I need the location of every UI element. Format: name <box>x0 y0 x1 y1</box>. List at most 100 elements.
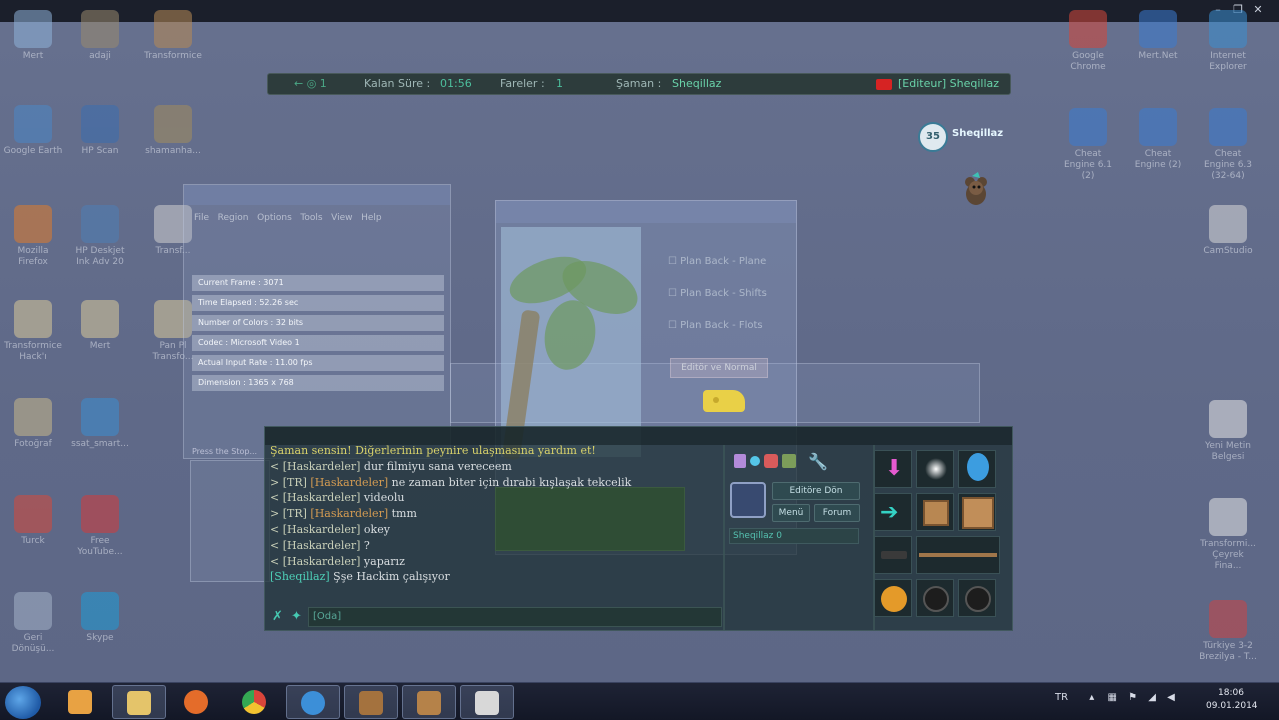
map-option-shifts[interactable]: ☐ Plan Back - Shifts <box>668 288 767 299</box>
close-chat-icon[interactable]: ✗ <box>272 609 283 624</box>
anvil-slot[interactable] <box>874 536 912 574</box>
desktop-icon[interactable]: Cheat Engine (2) <box>1128 108 1188 171</box>
taskbar-media-player[interactable] <box>54 685 108 719</box>
desktop-icon[interactable]: HP Scan <box>70 105 130 157</box>
game-map-titlebar[interactable] <box>496 201 796 223</box>
desktop-icon[interactable]: Transformice <box>143 10 203 62</box>
menu-button[interactable]: Menü <box>772 504 810 522</box>
chat-tag[interactable]: [TR] <box>283 507 307 520</box>
desktop-icon[interactable]: Fotoğraf <box>3 398 63 450</box>
editor-normal-button[interactable]: Editör ve Normal <box>670 358 768 378</box>
desktop-icon[interactable]: Yeni Metin Belgesi <box>1198 400 1258 463</box>
taskbar-chrome[interactable] <box>228 685 282 719</box>
desktop-icon[interactable]: Free YouTube... <box>70 495 130 558</box>
desktop-icon[interactable]: Skype <box>70 592 130 644</box>
chat-tag[interactable]: [Haskardeler] <box>283 539 361 552</box>
map-option-flots[interactable]: ☐ Plan Back - Flots <box>668 320 763 331</box>
chat-tag[interactable]: [Haskardeler] <box>283 491 361 504</box>
taskbar-clock[interactable]: 18:06 09.01.2014 <box>1206 687 1258 713</box>
desktop-icon[interactable]: adaji <box>70 10 130 62</box>
menu-tools[interactable]: Tools <box>300 213 322 223</box>
taskbar-ie[interactable] <box>286 685 340 719</box>
desktop-icon[interactable]: Transformice Hack'ı <box>3 300 63 363</box>
menu-options[interactable]: Options <box>257 213 292 223</box>
desktop-icon[interactable]: Google Earth <box>3 105 63 157</box>
camstudio-titlebar[interactable] <box>184 185 450 205</box>
transformice-icon <box>417 691 441 715</box>
taskbar-transformice-1[interactable] <box>344 685 398 719</box>
desktop-icon[interactable]: shamanha... <box>143 105 203 157</box>
desktop-icon-label: Transformice <box>144 51 202 61</box>
desktop-icon[interactable]: Internet Explorer <box>1198 10 1258 73</box>
chat-log[interactable]: Şaman sensin! Diğerlerinin peynire ulaşm… <box>270 443 723 585</box>
volume-icon[interactable]: ◀ <box>1167 692 1175 703</box>
large-box-slot[interactable] <box>958 493 996 531</box>
chat-message: tmm <box>391 507 417 521</box>
network-icon[interactable]: ▦ <box>1107 692 1116 703</box>
taskbar-transformice-2[interactable] <box>402 685 456 719</box>
wrench-icon[interactable]: 🔧 <box>808 452 844 472</box>
desktop-icon[interactable]: HP Deskjet Ink Adv 20 <box>70 205 130 268</box>
small-box-slot[interactable] <box>916 493 954 531</box>
chat-tag[interactable]: [Haskardeler] <box>283 460 361 473</box>
plank-slot[interactable] <box>916 536 1000 574</box>
desktop-icon[interactable]: ssat_smart... <box>70 398 130 450</box>
start-button[interactable] <box>5 686 41 719</box>
game-hud-bar: ← ◎ 1 Kalan Süre : 01:56 Fareler : 1 Şam… <box>267 73 1011 95</box>
desktop-icon-label: Free YouTube... <box>77 536 123 557</box>
chat-tag[interactable]: [Haskardeler] <box>283 555 361 568</box>
editor-return-button[interactable]: Editöre Dön <box>772 482 860 500</box>
arrow-down-slot[interactable]: ⬇ <box>874 450 912 488</box>
desktop-icon[interactable]: Transformi... Çeyrek Fina... <box>1198 498 1258 572</box>
chat-user[interactable]: [Haskardeler] <box>310 507 388 520</box>
desktop-icon[interactable]: Türkiye 3-2 Brezilya - T... <box>1198 600 1258 663</box>
explorer-window[interactable] <box>190 460 270 582</box>
box-icon[interactable] <box>782 454 796 468</box>
gem-icon[interactable] <box>750 456 760 466</box>
cake-icon[interactable] <box>764 454 778 468</box>
cannon-slot[interactable] <box>958 579 996 617</box>
chat-line: < [Haskardeler] dur filmiyu sana verecee… <box>270 459 723 475</box>
chat-input[interactable]: [Oda] <box>308 607 722 627</box>
menu-file[interactable]: File <box>194 213 209 223</box>
internet-explorer-icon <box>301 691 325 715</box>
taskbar-explorer[interactable] <box>112 685 166 719</box>
ball-slot[interactable] <box>874 579 912 617</box>
inventory-icons[interactable] <box>730 452 798 474</box>
desktop-icon[interactable]: CamStudio <box>1198 205 1258 257</box>
pink-arrow-icon: ⬇ <box>885 456 904 481</box>
menu-view[interactable]: View <box>331 213 352 223</box>
cannon-slot[interactable] <box>916 579 954 617</box>
desktop-icon[interactable]: Turck <box>3 495 63 547</box>
desktop-icon[interactable]: Cheat Engine 6.1 (2) <box>1058 108 1118 182</box>
avatar[interactable] <box>730 482 766 518</box>
speed-arrow-slot[interactable]: ➔ <box>874 493 912 531</box>
desktop-icon[interactable]: Mert.Net <box>1128 10 1188 62</box>
desktop-icon[interactable]: Mozilla Firefox <box>3 205 63 268</box>
flag-icon[interactable]: ⚑ <box>1128 692 1137 703</box>
chat-self-name[interactable]: [Sheqillaz] <box>270 570 330 583</box>
forum-button[interactable]: Forum <box>814 504 860 522</box>
taskbar-camstudio[interactable] <box>460 685 514 719</box>
balloon-slot[interactable] <box>958 450 996 488</box>
chat-user[interactable]: [Haskardeler] <box>310 476 388 489</box>
language-indicator[interactable]: TR <box>1055 692 1068 703</box>
desktop-icon[interactable]: Geri Dönüşü... <box>3 592 63 655</box>
tray-expand-icon[interactable]: ▴ <box>1089 692 1094 703</box>
chat-tag[interactable]: [TR] <box>283 476 307 489</box>
camstudio-window[interactable]: File Region Options Tools View Help Curr… <box>183 184 451 459</box>
taskbar-firefox[interactable] <box>170 685 224 719</box>
menu-region[interactable]: Region <box>218 213 249 223</box>
map-option-plane[interactable]: ☐ Plan Back - Plane <box>668 256 766 267</box>
menu-help[interactable]: Help <box>361 213 382 223</box>
chat-line: < [Haskardeler] okey <box>270 522 723 538</box>
desktop-icon[interactable]: Google Chrome <box>1058 10 1118 73</box>
desktop-icon[interactable]: Cheat Engine 6.3 (32-64) <box>1198 108 1258 182</box>
smiley-icon[interactable]: ✦ <box>291 609 302 624</box>
desktop-icon[interactable]: Mert <box>3 10 63 62</box>
spirit-slot[interactable] <box>916 450 954 488</box>
chat-tag[interactable]: [Haskardeler] <box>283 523 361 536</box>
desktop-icon[interactable]: Mert <box>70 300 130 352</box>
crown-icon[interactable] <box>734 454 746 468</box>
signal-icon[interactable]: ◢ <box>1148 692 1156 703</box>
